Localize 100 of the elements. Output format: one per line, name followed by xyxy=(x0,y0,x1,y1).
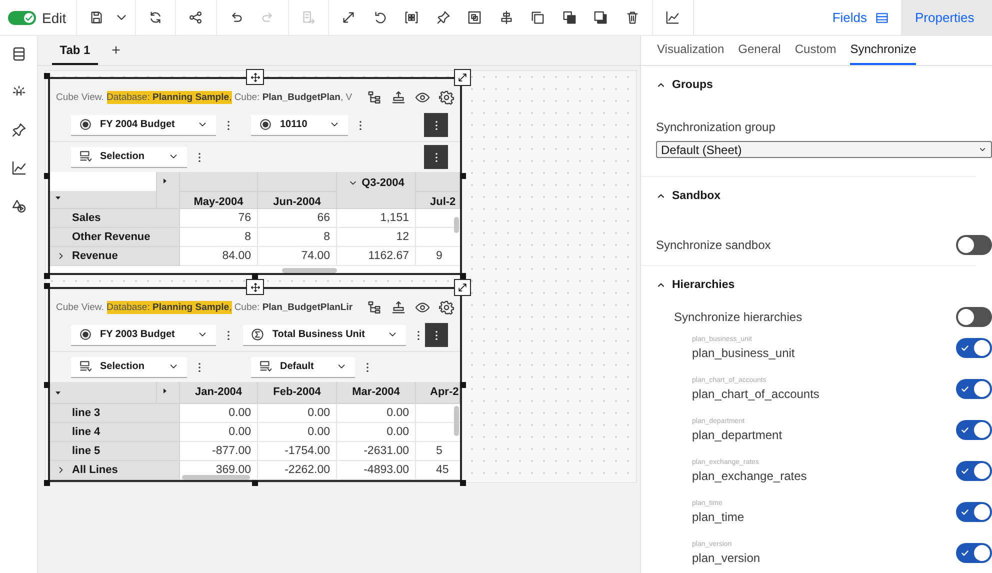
resize-handle[interactable] xyxy=(460,173,466,179)
rotate-icon xyxy=(372,10,388,25)
expand-icon xyxy=(457,282,468,293)
cube-view-widget[interactable]: Cube View. Database: Planning Sample, Cube: Plan_BudgetPlan, V FY 2004 Budget 10110 Selection May-2004 Jun-2004 Q3-2004 Jul-2 Sales 76 66 1,151 Other Revenue 8 8 12 Revenue 84.00 74.00 1162.67 9 xyxy=(48,77,462,275)
toggle-switch[interactable] xyxy=(956,420,992,440)
pin-icon[interactable] xyxy=(10,122,26,138)
properties-tab[interactable]: Synchronize xyxy=(850,36,916,65)
table-cell: 0.00 xyxy=(386,426,409,438)
dimension-selector[interactable]: FY 2004 Budget xyxy=(71,114,216,136)
resize-handle[interactable] xyxy=(252,480,258,486)
expand-columns-icon[interactable] xyxy=(161,387,169,395)
eye-icon[interactable] xyxy=(415,300,430,314)
check-icon xyxy=(24,12,34,22)
group-select[interactable]: Default (Sheet) xyxy=(656,141,992,158)
field-label: Synchronization group xyxy=(656,120,776,134)
toggle-switch[interactable] xyxy=(956,460,992,480)
resize-handle[interactable] xyxy=(252,273,258,279)
list-icon xyxy=(259,360,272,373)
column-header[interactable]: Feb-2004 xyxy=(258,382,336,403)
resize-handle[interactable] xyxy=(460,480,466,486)
resize-handle[interactable] xyxy=(44,173,50,179)
maximize-button[interactable] xyxy=(454,279,471,296)
expand-columns-icon[interactable] xyxy=(161,177,169,185)
table-cell: 66 xyxy=(317,212,330,224)
add-tab-button[interactable]: + xyxy=(102,36,130,65)
dimension-selector[interactable]: Default xyxy=(251,356,355,378)
dimension-selector[interactable]: 10110 xyxy=(251,114,348,136)
hierarchy-name: plan_department xyxy=(692,428,782,442)
expand-icon xyxy=(457,72,468,83)
section-header[interactable]: Sandbox xyxy=(641,183,721,209)
scrollbar-thumb[interactable] xyxy=(454,217,459,233)
align-icon[interactable] xyxy=(391,300,406,314)
properties-tab[interactable]: General xyxy=(738,36,781,65)
toggle-switch[interactable] xyxy=(956,307,992,327)
row-label: Other Revenue xyxy=(72,231,150,243)
resize-handle[interactable] xyxy=(44,382,50,388)
settings-icon[interactable] xyxy=(439,300,454,314)
list-icon xyxy=(79,360,92,373)
align-icon[interactable] xyxy=(391,90,406,104)
maximize-button[interactable] xyxy=(454,69,471,86)
scrollbar-thumb[interactable] xyxy=(454,406,459,436)
move-handle[interactable] xyxy=(246,69,264,85)
row-label: line 4 xyxy=(72,426,100,438)
eye-icon[interactable] xyxy=(415,90,430,104)
row-label: line 3 xyxy=(72,407,100,419)
row-label: Revenue xyxy=(72,250,118,262)
table-cell: 1162.67 xyxy=(368,250,409,262)
check-icon xyxy=(960,466,970,476)
hierarchy-name: plan_time xyxy=(692,510,744,524)
row-header[interactable]: Sales xyxy=(50,209,180,228)
shapes-icon[interactable] xyxy=(10,198,26,214)
column-header[interactable]: Mar-2004 xyxy=(337,382,415,403)
check-icon xyxy=(960,548,970,558)
resize-handle[interactable] xyxy=(44,480,50,486)
dimension-selector[interactable]: Selection xyxy=(71,356,187,378)
fields-button[interactable]: Fields xyxy=(820,0,901,36)
toggle-switch[interactable] xyxy=(956,542,992,562)
toggle-switch[interactable] xyxy=(956,338,992,358)
line-chart-icon[interactable] xyxy=(10,160,26,176)
resize-handle[interactable] xyxy=(460,382,466,388)
scrollbar-thumb[interactable] xyxy=(282,268,337,273)
table-cell: 369.00 xyxy=(216,464,251,476)
row-header[interactable]: line 3 xyxy=(50,404,180,423)
row-header[interactable]: Other Revenue xyxy=(50,228,180,247)
table-cell: 0.00 xyxy=(228,426,251,438)
hierarchy-icon[interactable] xyxy=(367,90,382,104)
scrollbar-thumb[interactable] xyxy=(182,475,250,480)
dimension-selector[interactable]: Selection xyxy=(71,146,187,168)
resize-handle[interactable] xyxy=(460,273,466,279)
column-header[interactable]: Apr-2 xyxy=(416,382,459,403)
row-header[interactable]: All Lines xyxy=(50,461,180,480)
dimension-selector[interactable]: FY 2003 Budget xyxy=(71,324,216,346)
column-header[interactable]: Jan-2004 xyxy=(180,382,257,403)
section-header[interactable]: Groups xyxy=(641,72,713,98)
toggle-switch[interactable] xyxy=(956,235,992,255)
collapse-rows-icon[interactable] xyxy=(54,194,62,202)
grid-icon xyxy=(404,10,420,25)
collapse-rows-icon[interactable] xyxy=(54,388,62,396)
toggle-switch[interactable] xyxy=(956,378,992,398)
properties-button[interactable]: Properties xyxy=(901,0,992,36)
section-header[interactable]: Hierarchies xyxy=(641,272,735,298)
resize-handle[interactable] xyxy=(44,73,50,79)
radio-icon xyxy=(259,118,272,131)
properties-tab[interactable]: Custom xyxy=(794,36,836,65)
radio-icon xyxy=(79,118,92,131)
list-icon[interactable] xyxy=(10,46,26,62)
dimension-selector[interactable]: Total Business Unit xyxy=(243,324,406,346)
row-header[interactable]: line 4 xyxy=(50,423,180,442)
edit-toggle[interactable] xyxy=(8,10,36,24)
row-header[interactable]: line 5 xyxy=(50,442,180,461)
toggle-switch[interactable] xyxy=(956,502,992,522)
sheet-tab[interactable]: Tab 1 xyxy=(52,36,98,65)
properties-tab[interactable]: Visualization xyxy=(657,36,724,65)
save-icon xyxy=(89,10,104,25)
move-handle[interactable] xyxy=(246,279,264,295)
row-header[interactable]: Revenue xyxy=(50,247,180,266)
settings-icon[interactable] xyxy=(439,90,454,104)
cube-view-widget[interactable] xyxy=(48,287,462,482)
table-cell: -2631.00 xyxy=(364,445,409,457)
hierarchy-icon[interactable] xyxy=(367,300,382,314)
